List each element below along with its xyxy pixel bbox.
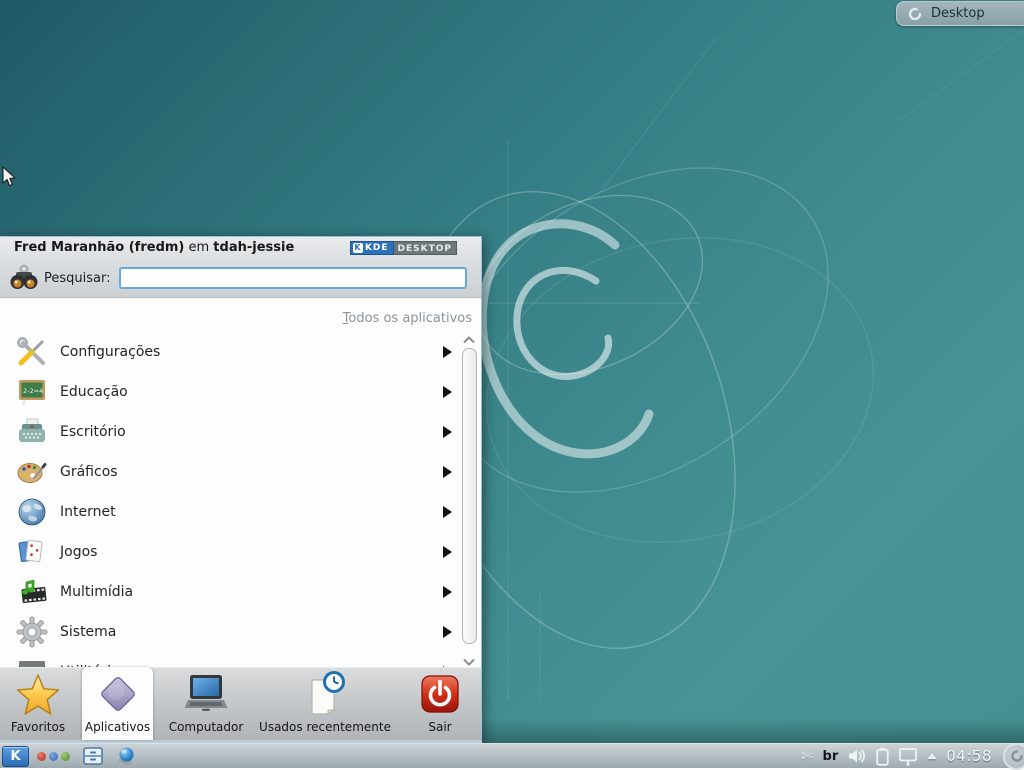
- user-name: Fred Maranhão (fredm): [14, 240, 184, 255]
- all-applications-link[interactable]: Todos os aplicativos: [343, 311, 472, 326]
- expand-tray-arrow-icon[interactable]: [927, 753, 937, 759]
- settings-tools-icon: [16, 336, 48, 368]
- blue-ball-gear-icon[interactable]: [116, 746, 138, 766]
- desktop-widget-label: Desktop: [931, 6, 985, 21]
- menu-item-label: Escritório: [60, 424, 126, 440]
- tab-aplicativos[interactable]: Aplicativos: [82, 667, 153, 740]
- tab-label: Favoritos: [11, 720, 65, 734]
- education-chalkboard-icon: 2-2=4: [16, 376, 48, 408]
- star-icon: [14, 670, 62, 718]
- tab-label: Usados recentemente: [259, 720, 391, 734]
- host-name: tdah-jessie: [213, 240, 294, 255]
- menu-item-internet[interactable]: Internet: [0, 492, 458, 532]
- scrollbar[interactable]: [460, 336, 478, 666]
- menu-item-label: Multimídia: [60, 584, 133, 600]
- kde-desktop-badge: KKDE DESKTOP: [350, 241, 457, 255]
- volume-speaker-icon[interactable]: [847, 748, 867, 764]
- search-input[interactable]: [119, 267, 467, 289]
- menu-item-configuracoes[interactable]: Configurações: [0, 332, 458, 372]
- search-label: Pesquisar:: [44, 271, 111, 286]
- search-row: Pesquisar:: [0, 259, 481, 297]
- submenu-arrow-icon: [443, 586, 452, 598]
- desktop-folder-widget[interactable]: Desktop: [896, 1, 1024, 26]
- kickoff-menu: Fred Maranhão (fredm) em tdah-jessie KKD…: [0, 236, 482, 744]
- kde-k-logo: K: [353, 243, 363, 253]
- binoculars-search-icon: [8, 263, 40, 293]
- taskbar-panel: K ✄ br 04:58: [0, 743, 1024, 768]
- kickoff-tab-bar: Favoritos Aplicativos Computador: [0, 667, 481, 740]
- tab-computador[interactable]: Computador: [160, 668, 252, 740]
- tab-label: Sair: [428, 720, 451, 734]
- games-cards-icon: [16, 536, 48, 568]
- em-separator: em: [184, 240, 213, 255]
- menu-item-label: Educação: [60, 384, 128, 400]
- scroll-up-icon[interactable]: [463, 336, 475, 344]
- desktop-badge-text: DESKTOP: [394, 241, 457, 255]
- submenu-arrow-icon: [443, 466, 452, 478]
- battery-icon[interactable]: [876, 747, 889, 766]
- graphics-palette-icon: [16, 456, 48, 488]
- user-host-title: Fred Maranhão (fredm) em tdah-jessie: [14, 240, 294, 255]
- scroll-down-icon[interactable]: [463, 658, 475, 666]
- kde-badge-left: KKDE: [350, 241, 394, 255]
- device-notifier-monitor-icon[interactable]: [898, 747, 918, 766]
- submenu-arrow-icon: [443, 386, 452, 398]
- menu-item-label: Internet: [60, 504, 116, 520]
- plasma-cashew-icon[interactable]: [1003, 743, 1024, 770]
- system-gear-icon: [16, 616, 48, 648]
- kde-badge-text: KDE: [365, 241, 389, 255]
- menu-item-sistema[interactable]: Sistema: [0, 612, 458, 652]
- submenu-arrow-icon: [443, 626, 452, 638]
- quicklaunch-dots[interactable]: [37, 752, 70, 761]
- category-list: Configurações 2-2=4 Educação: [0, 332, 458, 668]
- green-dot-icon: [61, 752, 70, 761]
- menu-item-utilitarios[interactable]: Utilitários: [0, 652, 458, 668]
- klipper-scissors-icon[interactable]: ✄: [801, 747, 814, 765]
- system-tray: ✄ br 04:58: [801, 743, 1024, 770]
- submenu-arrow-icon: [443, 346, 452, 358]
- tab-usados-recentemente[interactable]: Usados recentemente: [255, 668, 395, 740]
- svg-text:2-2=4: 2-2=4: [23, 387, 43, 395]
- menu-item-jogos[interactable]: Jogos: [0, 532, 458, 572]
- keyboard-layout-indicator[interactable]: br: [823, 749, 839, 764]
- peek-circular-arrow-icon: [907, 6, 923, 22]
- blue-dot-icon: [49, 752, 58, 761]
- applications-diamond-icon: [94, 670, 142, 718]
- submenu-arrow-icon: [443, 506, 452, 518]
- clock[interactable]: 04:58: [946, 747, 992, 765]
- recently-used-clock-icon: [301, 670, 349, 718]
- tab-label: Aplicativos: [85, 720, 150, 734]
- kickoff-app-list-area: Todos os aplicativos Configurações 2-2=4: [0, 298, 481, 668]
- red-dot-icon: [37, 752, 46, 761]
- menu-item-escritorio[interactable]: Escritório: [0, 412, 458, 452]
- tab-label: Computador: [169, 720, 244, 734]
- kmenu-button[interactable]: K: [2, 746, 29, 767]
- computer-laptop-icon: [182, 670, 230, 718]
- menu-item-label: Sistema: [60, 624, 116, 640]
- tab-sair[interactable]: Sair: [405, 668, 475, 740]
- internet-globe-icon: [16, 496, 48, 528]
- office-typewriter-icon: [16, 416, 48, 448]
- file-drawer-icon[interactable]: [82, 746, 104, 766]
- tab-favoritos[interactable]: Favoritos: [2, 668, 74, 740]
- menu-item-label: Jogos: [60, 544, 97, 560]
- submenu-arrow-icon: [443, 546, 452, 558]
- menu-item-multimidia[interactable]: Multimídia: [0, 572, 458, 612]
- leave-power-icon: [416, 670, 464, 718]
- multimedia-filmstrip-icon: [16, 576, 48, 608]
- menu-item-graficos[interactable]: Gráficos: [0, 452, 458, 492]
- menu-item-educacao[interactable]: 2-2=4 Educação: [0, 372, 458, 412]
- scrollbar-thumb[interactable]: [462, 348, 477, 644]
- submenu-arrow-icon: [443, 426, 452, 438]
- menu-item-label: Gráficos: [60, 464, 118, 480]
- menu-item-label: Configurações: [60, 344, 160, 360]
- all-apps-rest: odos os aplicativos: [348, 311, 472, 326]
- kickoff-header: Fred Maranhão (fredm) em tdah-jessie KKD…: [0, 237, 481, 298]
